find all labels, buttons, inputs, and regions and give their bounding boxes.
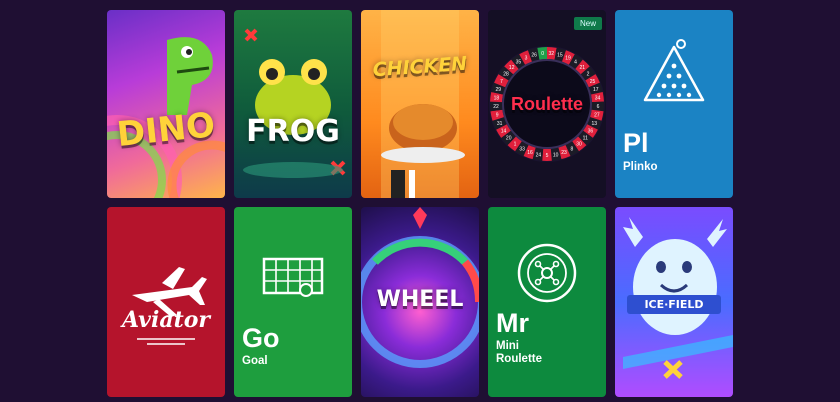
roulette-number: 23 [561,150,567,156]
roulette-number: 12 [509,65,515,71]
mini-roulette-name: Mini Roulette [496,340,542,366]
roulette-number: 30 [576,142,582,148]
plinko-abbr: Pl [623,128,649,158]
roulette-number: 36 [588,129,594,135]
roulette-number: 3 [525,56,528,62]
game-card-roulette[interactable]: 32 15 19 4 21 2 25 17 34 6 27 13 36 11 30 8 23 10 5 24 16 33 1… [488,10,606,198]
roulette-number: 5 [546,153,549,159]
game-card-mini-roulette[interactable]: Mr Mini Roulette [488,207,606,397]
plinko-name: Plinko [623,161,658,173]
game-card-aviator[interactable]: Aviator [107,207,225,397]
roulette-number: 33 [519,147,525,153]
roulette-number: 26 [531,53,537,59]
roulette-number: 10 [553,152,559,158]
game-card-ice-field[interactable]: ICE·FIELD [615,207,733,397]
roulette-number: 1 [514,142,517,148]
roulette-number: 7 [500,79,503,85]
roulette-number: 29 [495,87,501,93]
roulette-number: 25 [590,79,596,85]
goal-name: Goal [242,355,268,367]
frog-title: FROG [246,114,340,149]
game-card-wheel[interactable]: WHEEL [361,207,479,397]
roulette-number: 20 [506,136,512,142]
ice-field-title: ICE·FIELD [627,295,721,314]
roulette-number: 15 [557,53,563,59]
roulette-number: 21 [580,65,586,71]
dino-art [107,37,225,198]
roulette-number: 28 [503,72,509,78]
roulette-number: 4 [574,60,577,66]
new-badge: New [573,17,602,30]
game-card-goal[interactable]: Go Goal [234,207,352,397]
roulette-number: 17 [593,87,599,93]
roulette-number: 0 [541,51,544,57]
roulette-number: 19 [565,56,571,62]
wheel-title: WHEEL [376,287,464,312]
mini-roulette-icon [517,243,577,303]
goal-abbr: Go [242,323,280,353]
roulette-number: 2 [587,72,590,78]
game-card-dino[interactable]: DINO [107,10,225,198]
roulette-number: 11 [583,136,588,142]
roulette-title: Roulette [511,94,583,114]
goal-net-icon [262,257,324,297]
game-card-plinko[interactable]: Pl Plinko [615,10,733,198]
roulette-number: 16 [527,150,533,156]
aviator-underline [137,338,195,345]
frog-art [243,28,346,178]
game-card-frog[interactable]: FROG [234,10,352,198]
roulette-number: 31 [497,121,503,127]
roulette-number: 13 [592,121,598,127]
games-grid: DINO FROG CHICKEN 32 15 19 4 21 2 25 17 … [107,10,733,397]
roulette-number: 24 [536,152,542,158]
game-card-chicken[interactable]: CHICKEN [361,10,479,198]
mini-roulette-abbr: Mr [496,308,529,338]
chicken-art [381,10,465,198]
roulette-number: 32 [549,51,555,57]
roulette-number: 35 [516,60,522,66]
roulette-number: 14 [501,129,507,135]
roulette-number: 8 [570,147,573,153]
